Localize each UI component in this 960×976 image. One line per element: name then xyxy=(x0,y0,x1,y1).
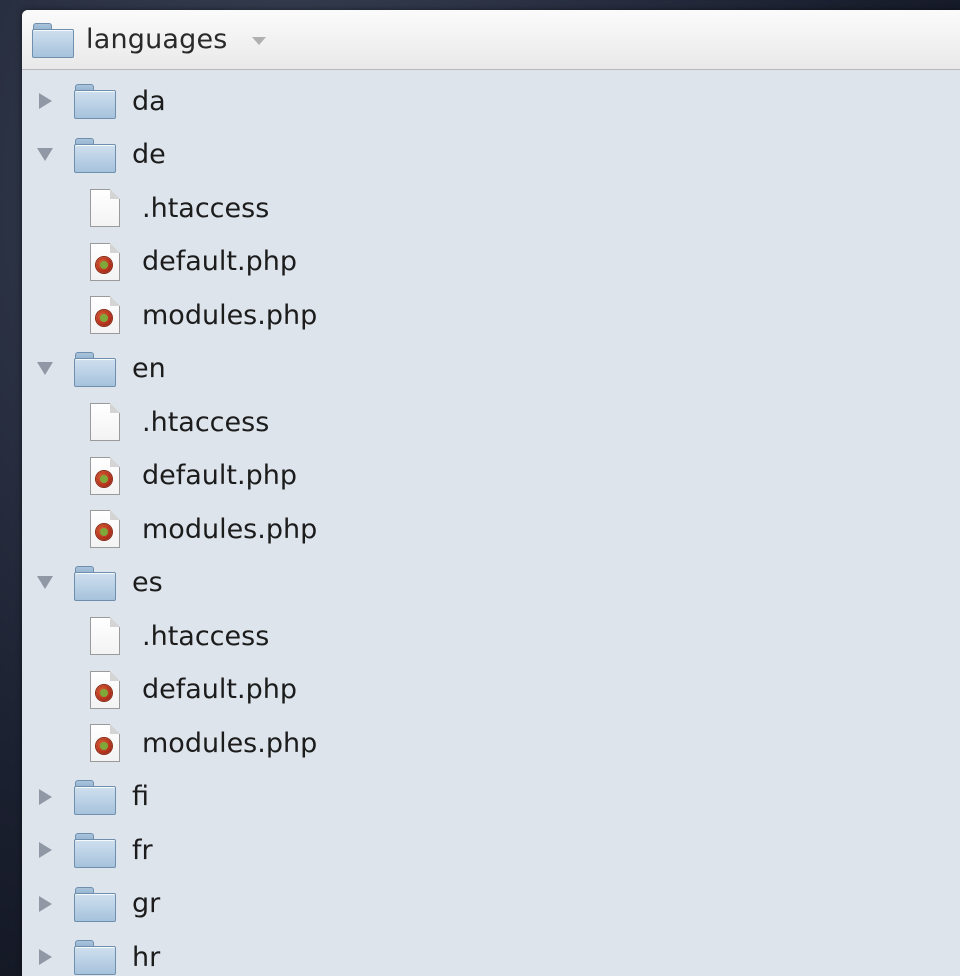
disclosure-expanded-icon[interactable] xyxy=(36,574,54,592)
disclosure-collapsed-icon[interactable] xyxy=(36,895,54,913)
file-row[interactable]: .htaccess xyxy=(22,610,960,663)
file-label: .htaccess xyxy=(142,406,270,438)
file-row[interactable]: modules.php xyxy=(22,717,960,770)
folder-icon xyxy=(74,886,116,922)
folder-row-es[interactable]: es xyxy=(22,556,960,609)
php-file-icon xyxy=(90,510,120,548)
current-folder-title: languages xyxy=(86,24,228,55)
file-row[interactable]: default.php xyxy=(22,449,960,502)
folder-icon xyxy=(74,351,116,387)
document-icon xyxy=(90,617,120,655)
file-label: modules.php xyxy=(142,299,318,331)
folder-icon xyxy=(32,22,74,58)
php-file-icon xyxy=(90,242,120,281)
folder-label: fr xyxy=(132,834,153,866)
php-file-icon xyxy=(90,724,120,762)
folder-label: da xyxy=(132,85,166,117)
folder-icon xyxy=(74,83,116,119)
file-label: modules.php xyxy=(142,513,318,545)
folder-icon xyxy=(74,565,116,601)
folder-row-de[interactable]: de xyxy=(22,128,960,181)
folder-row-fi[interactable]: fi xyxy=(22,770,960,823)
file-row[interactable]: .htaccess xyxy=(22,182,960,235)
disclosure-expanded-icon[interactable] xyxy=(36,146,54,164)
folder-icon xyxy=(74,832,116,868)
disclosure-expanded-icon[interactable] xyxy=(36,360,54,378)
file-row[interactable]: modules.php xyxy=(22,289,960,342)
file-label: default.php xyxy=(142,246,297,277)
file-label: default.php xyxy=(142,460,297,491)
php-file-icon xyxy=(90,456,120,495)
folder-label: de xyxy=(132,139,166,170)
file-label: .htaccess xyxy=(142,192,270,224)
folder-row-en[interactable]: en xyxy=(22,342,960,395)
file-row[interactable]: default.php xyxy=(22,235,960,288)
file-browser-panel: languages da de .htaccess default.php module… xyxy=(22,10,960,976)
disclosure-collapsed-icon[interactable] xyxy=(36,92,54,110)
folder-row-da[interactable]: da xyxy=(22,75,960,128)
folder-label: hr xyxy=(132,941,161,973)
disclosure-collapsed-icon[interactable] xyxy=(36,788,54,806)
disclosure-collapsed-icon[interactable] xyxy=(36,841,54,859)
folder-label: en xyxy=(132,353,166,384)
file-row[interactable]: default.php xyxy=(22,663,960,716)
file-label: modules.php xyxy=(142,727,318,759)
disclosure-collapsed-icon[interactable] xyxy=(36,948,54,966)
file-label: .htaccess xyxy=(142,620,270,652)
path-header[interactable]: languages xyxy=(22,10,960,70)
chevron-down-icon[interactable] xyxy=(251,36,266,45)
folder-icon xyxy=(74,137,116,173)
folder-icon xyxy=(74,779,116,815)
folder-row-fr[interactable]: fr xyxy=(22,824,960,877)
folder-label: es xyxy=(132,567,163,598)
folder-row-gr[interactable]: gr xyxy=(22,877,960,930)
folder-label: fi xyxy=(132,781,150,812)
file-row[interactable]: .htaccess xyxy=(22,396,960,449)
file-label: default.php xyxy=(142,674,297,705)
php-file-icon xyxy=(90,296,120,334)
document-icon xyxy=(90,189,120,227)
folder-label: gr xyxy=(132,888,161,919)
php-file-icon xyxy=(90,670,120,709)
file-row[interactable]: modules.php xyxy=(22,503,960,556)
document-icon xyxy=(90,403,120,441)
folder-icon xyxy=(74,939,116,975)
folder-row-hr[interactable]: hr xyxy=(22,931,960,976)
